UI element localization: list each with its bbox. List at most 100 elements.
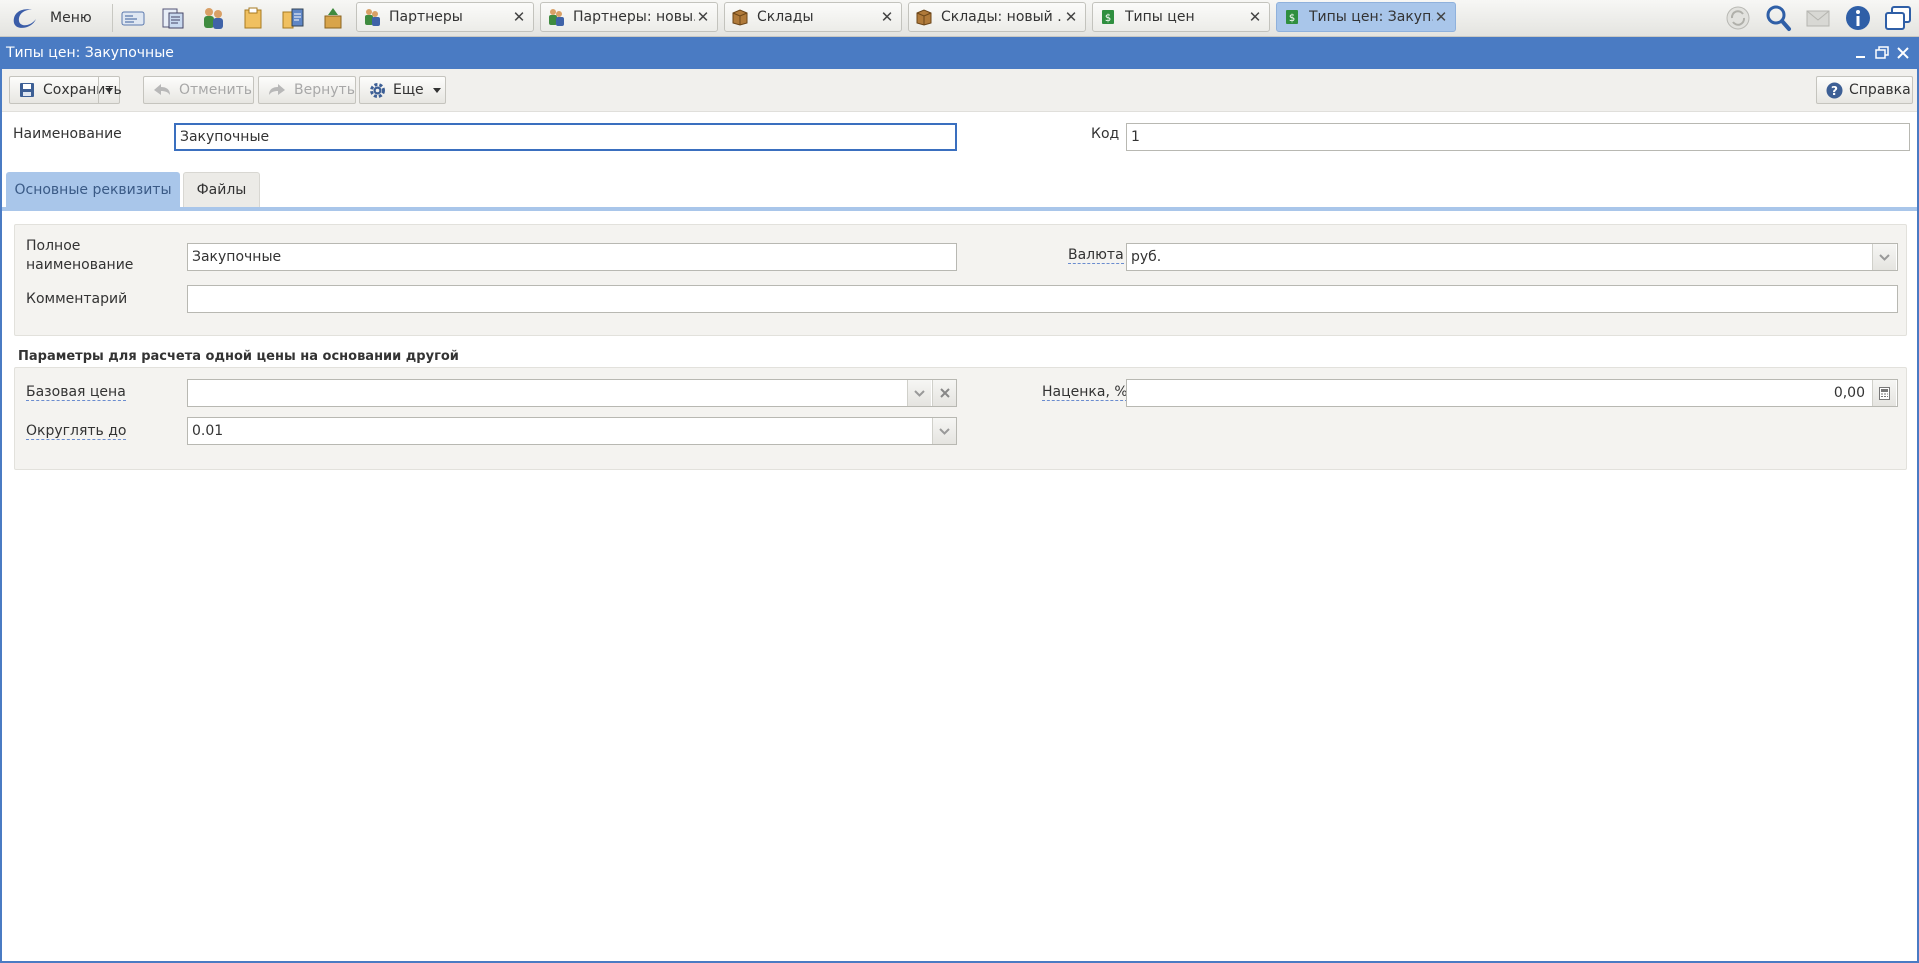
name-label: Наименование (13, 126, 122, 142)
redo-arrow-icon (269, 84, 285, 95)
main-menu-button[interactable]: Меню (8, 3, 92, 33)
partners-icon[interactable] (200, 6, 226, 30)
logo-icon (13, 9, 37, 28)
tab-warehouses[interactable]: Склады ✕ (724, 2, 902, 32)
close-icon[interactable]: ✕ (879, 8, 895, 26)
close-icon[interactable]: ✕ (1433, 8, 1449, 26)
main-details-group (14, 224, 1907, 336)
documents-icon[interactable] (160, 6, 186, 30)
currency-select[interactable] (1126, 243, 1898, 271)
more-button[interactable]: Еще (359, 76, 446, 104)
tab-label: Склады (757, 9, 814, 25)
calc-group-title: Параметры для расчета одной цены на осно… (18, 349, 459, 364)
base-price-dropdown-button[interactable] (907, 380, 931, 406)
full-name-label-line2: наименование (26, 257, 134, 273)
divider (112, 4, 113, 32)
svg-text:?: ? (1831, 84, 1838, 98)
search-icon[interactable] (1764, 4, 1792, 32)
svg-text:$: $ (1105, 13, 1111, 24)
tab-files[interactable]: Файлы (183, 172, 260, 208)
base-price-label[interactable]: Базовая цена (26, 384, 126, 401)
markup-calculator-button[interactable] (1872, 380, 1896, 406)
full-name-label: Полное наименование (26, 237, 133, 275)
close-icon[interactable]: ✕ (1063, 8, 1079, 26)
currency-label[interactable]: Валюта (1068, 247, 1124, 264)
products-icon[interactable] (320, 6, 346, 30)
tab-price-types[interactable]: $ Типы цен ✕ (1092, 2, 1270, 32)
round-to-select[interactable] (187, 417, 957, 445)
chevron-down-icon (914, 389, 925, 397)
undo-arrow-icon (154, 84, 170, 95)
close-icon[interactable] (1895, 45, 1911, 61)
partners-icon (365, 9, 380, 26)
tab-partners[interactable]: Партнеры ✕ (356, 2, 534, 32)
partners-icon (549, 9, 564, 26)
round-to-label[interactable]: Округлять до (26, 423, 127, 440)
gear-icon (370, 82, 385, 98)
minimize-icon[interactable] (1853, 45, 1869, 61)
full-name-label-line1: Полное (26, 238, 81, 254)
cancel-label: Отменить (179, 82, 253, 98)
close-icon[interactable]: ✕ (511, 8, 527, 26)
price-type-icon: $ (1102, 10, 1114, 24)
tab-warehouses-new[interactable]: Склады: новый ... ✕ (908, 2, 1086, 32)
chevron-down-icon (939, 427, 950, 435)
floppy-icon (20, 83, 34, 97)
redo-label: Вернуть (294, 82, 355, 98)
currency-dropdown-button[interactable] (1872, 244, 1896, 270)
clear-icon (939, 388, 950, 398)
markup-input[interactable] (1126, 379, 1898, 407)
form-window: Типы цен: Закупочные Сохранить Отменить … (0, 37, 1919, 963)
save-button[interactable]: Сохранить (9, 76, 122, 104)
tab-label: Типы цен (1125, 9, 1195, 25)
command-bar: Сохранить Отменить Вернуть Еще ? Справка (2, 69, 1917, 112)
tab-price-types-purchase[interactable]: $ Типы цен: Закуп... ✕ (1276, 2, 1456, 32)
tab-label: Партнеры: новы... (573, 9, 695, 25)
cancel-button[interactable]: Отменить (143, 76, 254, 104)
base-price-clear-button[interactable] (932, 380, 956, 406)
clipboard-icon[interactable] (280, 6, 306, 30)
tab-label: Файлы (196, 182, 247, 198)
window-title: Типы цен: Закупочные (6, 45, 174, 61)
svg-text:$: $ (1289, 13, 1295, 24)
price-type-icon: $ (1286, 10, 1298, 24)
tab-label: Партнеры (389, 9, 463, 25)
news-icon[interactable] (120, 6, 146, 30)
comment-input[interactable] (187, 285, 1898, 313)
packages-icon[interactable] (240, 6, 266, 30)
tab-label: Склады: новый ... (941, 9, 1063, 25)
help-icon: ? (1826, 82, 1843, 98)
tab-underline (2, 207, 1917, 211)
more-label: Еще (393, 82, 424, 98)
full-name-input[interactable] (187, 243, 957, 271)
refresh-icon[interactable] (1724, 4, 1752, 32)
tab-main-details[interactable]: Основные реквизиты (6, 172, 180, 208)
chevron-down-icon (1879, 253, 1890, 261)
help-label: Справка (1849, 82, 1911, 98)
windows-icon[interactable] (1884, 4, 1912, 32)
info-icon[interactable] (1844, 4, 1872, 32)
close-icon[interactable]: ✕ (695, 8, 711, 26)
help-button[interactable]: ? Справка (1816, 76, 1913, 104)
warehouse-box-icon (916, 9, 932, 26)
markup-label[interactable]: Наценка, % (1042, 384, 1128, 401)
tab-label: Основные реквизиты (14, 182, 172, 198)
taskbar: Меню Партнеры ✕ Партнеры: новы... ✕ Скла… (0, 0, 1919, 37)
close-icon[interactable]: ✕ (1247, 8, 1263, 26)
menu-label: Меню (50, 10, 92, 26)
base-price-input[interactable] (187, 379, 957, 407)
comment-label: Комментарий (26, 291, 128, 307)
code-label: Код (1091, 126, 1120, 142)
mail-icon[interactable] (1804, 4, 1832, 32)
round-to-dropdown-button[interactable] (932, 418, 956, 444)
redo-button[interactable]: Вернуть (258, 76, 356, 104)
restore-icon[interactable] (1874, 45, 1890, 61)
tab-partners-new[interactable]: Партнеры: новы... ✕ (540, 2, 718, 32)
window-titlebar: Типы цен: Закупочные (2, 37, 1917, 69)
name-input[interactable] (174, 123, 957, 151)
warehouse-box-icon (732, 9, 748, 26)
save-dropdown-button[interactable] (98, 77, 119, 103)
tab-label: Типы цен: Закуп... (1309, 9, 1433, 25)
code-input[interactable] (1126, 123, 1910, 151)
caret-down-icon (432, 87, 441, 93)
